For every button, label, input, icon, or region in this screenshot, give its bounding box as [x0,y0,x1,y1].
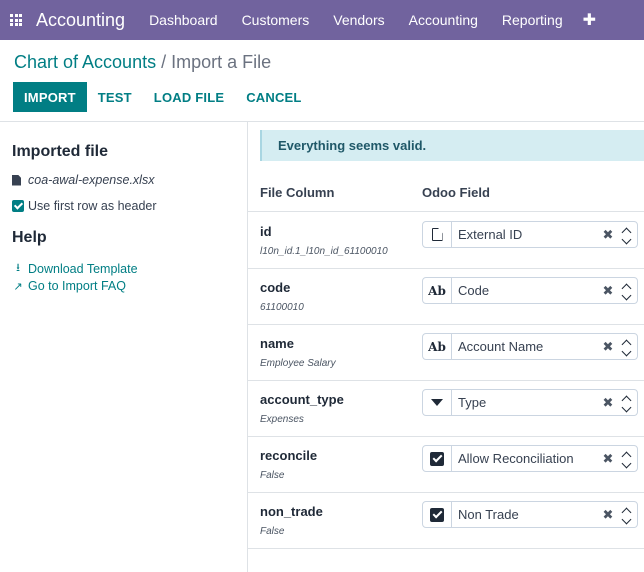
external-link-icon: ↗ [13,280,23,293]
row-divider [248,380,644,381]
import-button[interactable]: IMPORT [13,82,87,112]
row-divider [248,324,644,325]
file-column-name: non_trade [260,504,323,519]
file-column-name: code [260,280,291,295]
clear-icon[interactable]: ✖ [601,507,615,523]
odoo-field-select[interactable]: Allow Reconciliation ✖ [422,445,638,472]
use-header-label[interactable]: Use first row as header [28,199,157,213]
breadcrumb: Chart of Accounts / Import a File [14,52,271,73]
odoo-field-select[interactable]: Non Trade ✖ [422,501,638,528]
header-divider [0,121,644,122]
imported-file-title: Imported file [12,143,109,160]
nav-vendors[interactable]: Vendors [321,0,396,40]
file-column-sample: False [260,526,285,537]
download-icon: ⭳ [16,262,20,274]
file-column-header: File Column [260,185,335,200]
clear-icon[interactable]: ✖ [601,339,615,355]
clear-icon[interactable]: ✖ [601,227,615,243]
download-template-label[interactable]: Download Template [28,262,138,276]
field-type-icon: Ab [423,278,452,303]
field-type-icon [423,390,452,415]
clear-icon[interactable]: ✖ [601,283,615,299]
top-navbar: Accounting Dashboard Customers Vendors A… [0,0,644,40]
nav-accounting[interactable]: Accounting [397,0,490,40]
odoo-field-value[interactable]: Type [452,395,601,410]
test-button[interactable]: TEST [87,82,143,112]
import-faq-link[interactable]: ↗ Go to Import FAQ [12,279,126,293]
dropdown-caret-icon[interactable] [615,282,637,301]
odoo-field-select[interactable]: Ab Account Name ✖ [422,333,638,360]
sidebar-divider [247,122,248,572]
field-type-icon [423,446,452,471]
odoo-field-value[interactable]: Non Trade [452,507,601,522]
checkbox-icon [430,507,444,522]
import-faq-label[interactable]: Go to Import FAQ [28,279,126,293]
nav-customers[interactable]: Customers [230,0,322,40]
odoo-field-value[interactable]: Code [452,283,601,298]
cancel-button[interactable]: CANCEL [235,82,312,112]
file-column-sample: 61100010 [260,302,304,313]
validation-alert: Everything seems valid. [260,130,644,161]
odoo-field-value[interactable]: Allow Reconciliation [452,451,601,466]
row-divider [248,436,644,437]
file-column-name: id [260,224,272,239]
dropdown-caret-icon[interactable] [615,226,637,245]
app-grid-icon [10,14,22,26]
clear-icon[interactable]: ✖ [601,451,615,467]
odoo-field-header: Odoo Field [422,185,490,200]
file-column-name: name [260,336,294,351]
row-divider [248,548,644,549]
header-option-row[interactable]: Use first row as header [12,199,157,213]
file-column-sample: Expenses [260,414,304,425]
file-column-sample: l10n_id.1_l10n_id_61100010 [260,246,388,257]
download-template-link[interactable]: ⭳ Download Template [12,259,138,278]
odoo-field-select[interactable]: External ID ✖ [422,221,638,248]
file-column-name: account_type [260,392,344,407]
text-ab-icon: Ab [428,283,446,298]
dropdown-caret-icon[interactable] [615,394,637,413]
breadcrumb-parent[interactable]: Chart of Accounts [14,52,156,72]
file-column-name: reconcile [260,448,318,463]
row-divider [248,268,644,269]
app-name[interactable]: Accounting [36,10,125,31]
apps-menu-button[interactable] [0,0,32,40]
row-divider [248,211,644,212]
text-ab-icon: Ab [428,339,446,354]
odoo-field-value[interactable]: External ID [452,227,601,242]
field-type-icon [423,222,452,247]
dropdown-caret-icon[interactable] [615,450,637,469]
dropdown-caret-icon[interactable] [615,506,637,525]
breadcrumb-separator: / [161,52,167,72]
plus-icon[interactable]: ✚ [575,10,604,30]
field-type-icon [423,502,452,527]
clear-icon[interactable]: ✖ [601,395,615,411]
checkbox-icon [430,451,444,466]
document-icon [431,228,443,241]
dropdown-caret-icon[interactable] [615,338,637,357]
odoo-field-value[interactable]: Account Name [452,339,601,354]
breadcrumb-current: Import a File [171,52,272,72]
imported-filename: coa-awal-expense.xlsx [28,173,155,187]
row-divider [248,492,644,493]
use-header-checkbox[interactable] [12,200,24,212]
help-title: Help [12,229,47,246]
imported-filename-row: coa-awal-expense.xlsx [12,173,154,187]
selection-triangle-icon [431,399,443,406]
file-column-sample: Employee Salary [260,358,336,369]
nav-reporting[interactable]: Reporting [490,0,575,40]
field-type-icon: Ab [423,334,452,359]
file-column-sample: False [260,470,285,481]
odoo-field-select[interactable]: Ab Code ✖ [422,277,638,304]
load-file-button[interactable]: LOAD FILE [143,82,235,112]
nav-dashboard[interactable]: Dashboard [137,0,230,40]
action-bar: IMPORT TEST LOAD FILE CANCEL [13,82,313,112]
odoo-field-select[interactable]: Type ✖ [422,389,638,416]
file-icon [12,174,21,186]
